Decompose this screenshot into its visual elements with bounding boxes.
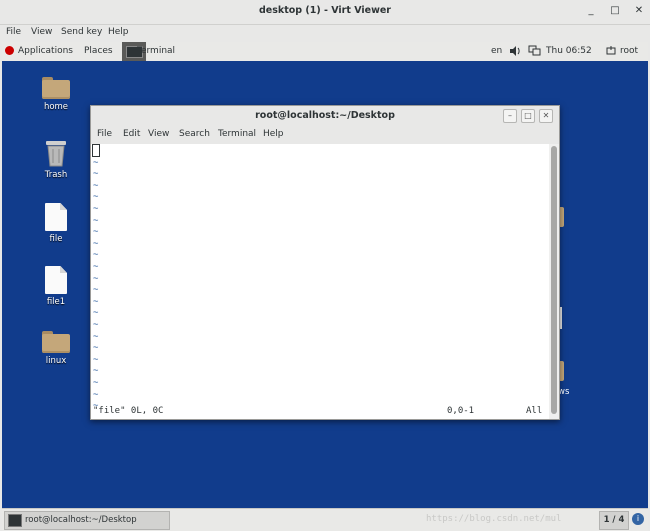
vim-status-scroll: All bbox=[526, 406, 543, 416]
terminal-maximize-icon[interactable]: □ bbox=[521, 109, 535, 123]
power-icon[interactable] bbox=[605, 45, 617, 60]
vim-tilde-line: ~ bbox=[93, 331, 99, 342]
folder-icon bbox=[42, 331, 70, 353]
terminal-menubar: File Edit View Search Terminal Help bbox=[91, 126, 559, 145]
user-menu[interactable]: root bbox=[620, 46, 638, 56]
menu-send-key[interactable]: Send key bbox=[60, 27, 103, 37]
vim-tilde-line: ~ bbox=[93, 296, 99, 307]
vim-tilde-line: ~ bbox=[93, 238, 99, 249]
vim-tilde-line: ~ bbox=[93, 250, 99, 261]
watermark-text: https://blog.csdn.net/mul bbox=[426, 514, 562, 524]
vim-tilde-line: ~ bbox=[93, 285, 99, 296]
terminal-menu-view[interactable]: View bbox=[148, 129, 169, 139]
desktop-icon-file[interactable]: file bbox=[26, 203, 86, 244]
vim-tilde-line: ~ bbox=[93, 169, 99, 180]
vim-tilde-line: ~ bbox=[93, 262, 99, 272]
guest-bottom-panel: root@localhost:~/Desktop https://blog.cs… bbox=[2, 508, 648, 531]
active-app-label[interactable]: Terminal bbox=[137, 46, 175, 56]
desktop-icon-label: file1 bbox=[46, 297, 66, 307]
terminal-icon bbox=[8, 514, 22, 527]
desktop-icon-linux[interactable]: linux bbox=[26, 331, 86, 366]
vim-tilde-line: ~ bbox=[93, 157, 99, 168]
close-button[interactable]: ✕ bbox=[632, 4, 646, 18]
terminal-close-icon[interactable]: ✕ bbox=[539, 109, 553, 123]
viewer-window-title: desktop (1) - Virt Viewer bbox=[258, 5, 391, 16]
taskbar-terminal-item[interactable]: root@localhost:~/Desktop bbox=[4, 511, 170, 530]
workspace-switcher[interactable]: 1 / 4 bbox=[599, 511, 629, 530]
terminal-menu-help[interactable]: Help bbox=[263, 129, 284, 139]
desktop-icon-label: linux bbox=[45, 356, 67, 366]
text-cursor bbox=[92, 144, 100, 157]
terminal-title: root@localhost:~/Desktop bbox=[255, 110, 395, 121]
vim-status-file: "file" 0L, 0C bbox=[93, 406, 164, 416]
desktop-icon-trash[interactable]: Trash bbox=[26, 139, 86, 180]
trash-icon bbox=[46, 141, 66, 167]
vim-tilde-line: ~ bbox=[93, 180, 99, 191]
desktop-icon-file1[interactable]: file1 bbox=[26, 266, 86, 307]
input-language[interactable]: en bbox=[491, 46, 502, 56]
viewer-titlebar: desktop (1) - Virt Viewer _ □ ✕ bbox=[0, 0, 650, 25]
terminal-menu-file[interactable]: File bbox=[97, 129, 112, 139]
redhat-icon bbox=[5, 46, 14, 55]
vim-tilde-line: ~ bbox=[93, 273, 99, 284]
terminal-menu-terminal[interactable]: Terminal bbox=[218, 129, 256, 139]
menu-file[interactable]: File bbox=[5, 27, 22, 37]
document-icon bbox=[45, 266, 67, 294]
document-icon bbox=[45, 203, 67, 231]
desktop-icon-label: file bbox=[49, 234, 63, 244]
terminal-window[interactable]: root@localhost:~/Desktop – □ ✕ File Edit… bbox=[90, 105, 560, 420]
terminal-menu-edit[interactable]: Edit bbox=[123, 129, 140, 139]
network-icon[interactable] bbox=[528, 45, 542, 60]
folder-home-icon bbox=[42, 77, 70, 99]
clock[interactable]: Thu 06:52 bbox=[546, 46, 592, 56]
terminal-text-area[interactable]: ~ ~ ~ ~ ~ ~ ~ ~ ~ ~ ~ ~ ~ ~ ~ ~ ~ ~ ~ ~ ~ ~ "file" 0L, 0C 0,0… bbox=[91, 144, 549, 419]
terminal-titlebar[interactable]: root@localhost:~/Desktop – □ ✕ bbox=[91, 106, 559, 126]
minimize-button[interactable]: _ bbox=[584, 4, 598, 18]
vim-tilde-line: ~ bbox=[93, 320, 99, 330]
vim-tilde-line: ~ bbox=[93, 343, 99, 354]
terminal-scrollbar[interactable] bbox=[549, 144, 559, 419]
menu-view[interactable]: View bbox=[30, 27, 53, 37]
vim-tilde-line: ~ bbox=[93, 227, 99, 238]
vim-tilde-line: ~ bbox=[93, 204, 99, 214]
vim-tilde-line: ~ bbox=[93, 354, 99, 365]
menu-help[interactable]: Help bbox=[107, 27, 130, 37]
vim-tilde-line: ~ bbox=[93, 308, 99, 319]
maximize-button[interactable]: □ bbox=[608, 4, 622, 18]
guest-top-panel: Applications Places Terminal en Thu 06:5… bbox=[2, 42, 648, 62]
viewer-menubar: File View Send key Help bbox=[0, 25, 650, 42]
terminal-minimize-icon[interactable]: – bbox=[503, 109, 517, 123]
desktop-icon-home[interactable]: home bbox=[26, 77, 86, 112]
taskbar-item-label: root@localhost:~/Desktop bbox=[25, 515, 137, 525]
terminal-menu-search[interactable]: Search bbox=[179, 129, 210, 139]
applications-menu[interactable]: Applications bbox=[18, 46, 73, 56]
vim-tilde-line: ~ bbox=[93, 215, 99, 226]
vim-tilde-line: ~ bbox=[93, 192, 99, 203]
notification-icon[interactable]: i bbox=[632, 513, 644, 525]
scrollbar-thumb[interactable] bbox=[551, 146, 557, 414]
places-menu[interactable]: Places bbox=[84, 46, 113, 56]
volume-icon[interactable] bbox=[509, 45, 521, 60]
desktop-icon-label: home bbox=[43, 102, 69, 112]
desktop-icon-label: Trash bbox=[44, 170, 68, 180]
vim-tilde-line: ~ bbox=[93, 389, 99, 400]
vim-tilde-line: ~ bbox=[93, 378, 99, 388]
vim-status-position: 0,0-1 bbox=[447, 406, 475, 416]
vim-tilde-line: ~ bbox=[93, 366, 99, 377]
